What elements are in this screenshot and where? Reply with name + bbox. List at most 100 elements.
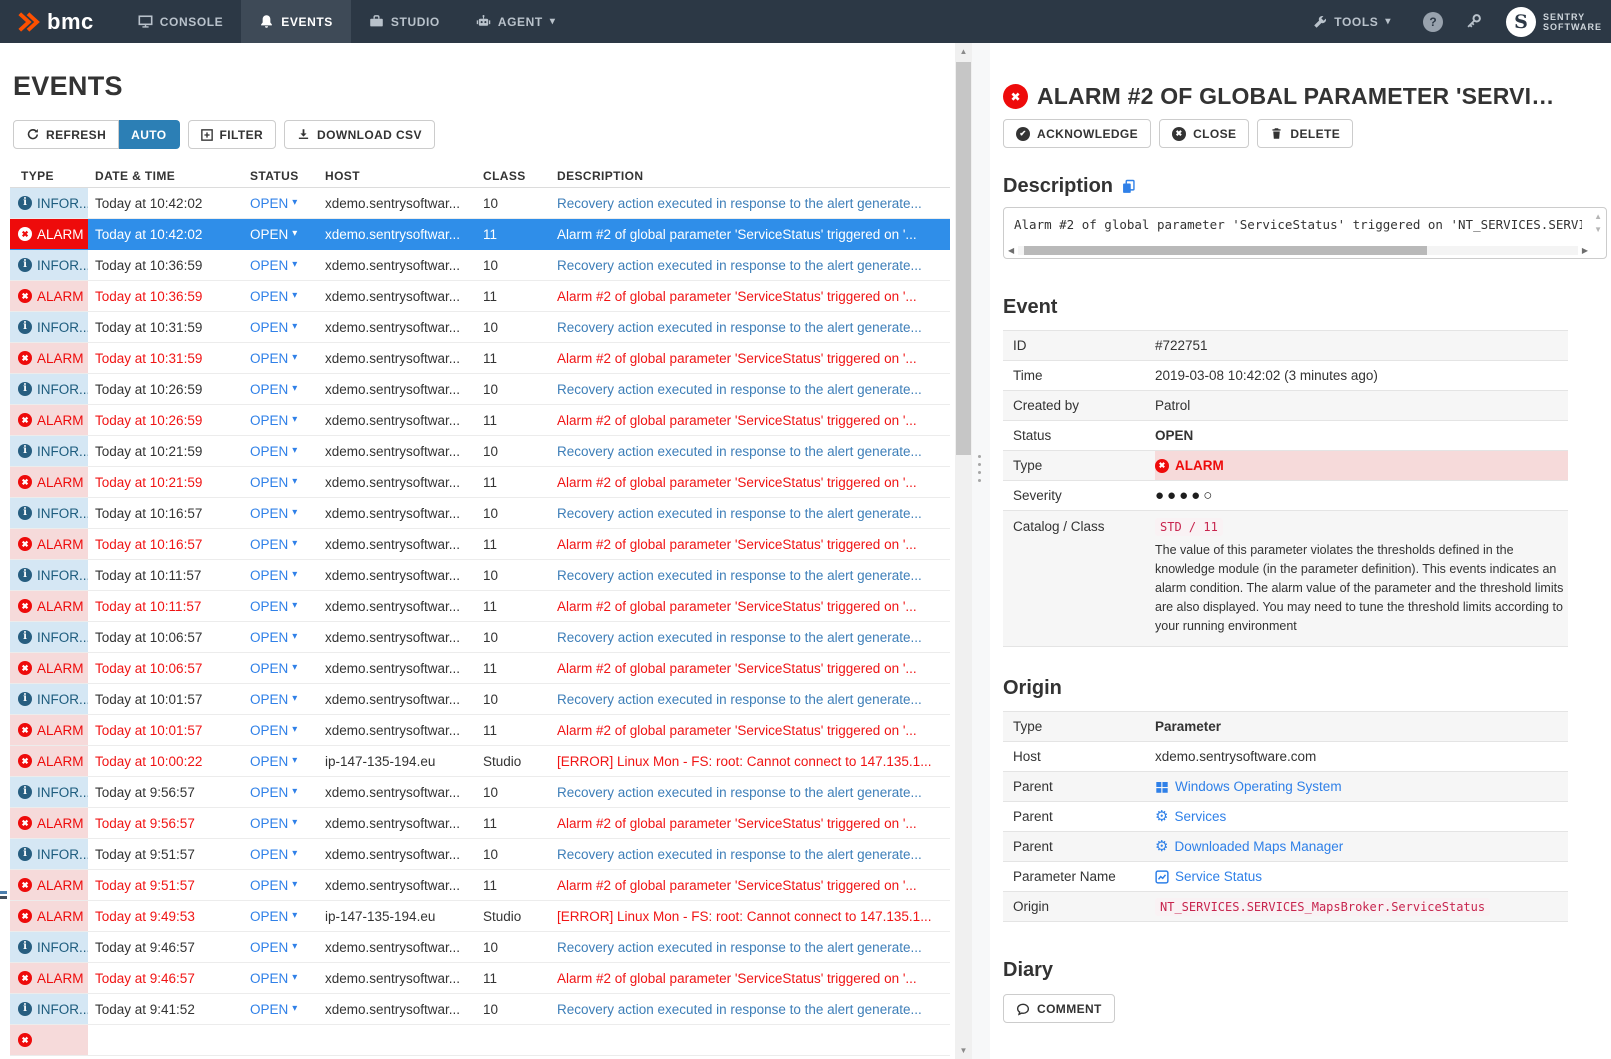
chevron-down-icon: ▾ [292,849,297,859]
table-row[interactable]: i INFOR... Today at 10:36:59 OPEN ▾ xdem… [10,250,950,281]
col-header-type[interactable]: TYPE [10,164,88,187]
refresh-button[interactable]: REFRESH [13,120,119,149]
status-dropdown[interactable]: OPEN ▾ [250,878,325,893]
nav-tab-agent[interactable]: AGENT ▾ [458,0,574,43]
col-header-status[interactable]: STATUS [250,169,325,183]
parent-link[interactable]: Windows Operating System [1155,779,1342,794]
col-header-date-time[interactable]: DATE & TIME [95,169,250,183]
table-row[interactable]: i INFOR... Today at 10:06:57 OPEN ▾ xdem… [10,622,950,653]
download-csv-button[interactable]: DOWNLOAD CSV [284,120,435,149]
table-row[interactable]: ✖ ALARM Today at 9:56:57 OPEN ▾ xdemo.se… [10,808,950,839]
col-header-description[interactable]: DESCRIPTION [557,169,950,183]
status-dropdown[interactable]: OPEN ▾ [250,723,325,738]
scroll-up-icon[interactable]: ▲ [955,47,972,56]
nav-tools-menu[interactable]: TOOLS ▾ [1295,15,1409,29]
status-dropdown[interactable]: OPEN ▾ [250,692,325,707]
table-row[interactable]: i INFOR... Today at 9:56:57 OPEN ▾ xdemo… [10,777,950,808]
status-dropdown[interactable]: OPEN ▾ [250,630,325,645]
table-row[interactable]: i INFOR... Today at 10:31:59 OPEN ▾ xdem… [10,312,950,343]
table-row[interactable]: i INFOR... Today at 10:26:59 OPEN ▾ xdem… [10,374,950,405]
comment-button[interactable]: COMMENT [1003,994,1115,1023]
table-row[interactable]: i INFOR... Today at 9:51:57 OPEN ▾ xdemo… [10,839,950,870]
chevron-down-icon: ▾ [292,911,297,921]
table-row[interactable]: i INFOR... Today at 9:46:57 OPEN ▾ xdemo… [10,932,950,963]
status-dropdown[interactable]: OPEN ▾ [250,227,325,242]
status-dropdown[interactable]: OPEN ▾ [250,506,325,521]
status-dropdown[interactable]: OPEN ▾ [250,754,325,769]
table-row[interactable]: ✖ ALARM Today at 9:46:57 OPEN ▾ xdemo.se… [10,963,950,994]
event-description: Recovery action executed in response to … [557,1002,950,1017]
parameter-link[interactable]: Service Status [1155,869,1262,884]
status-dropdown[interactable]: OPEN ▾ [250,320,325,335]
description-hscrollbar[interactable]: ◀ ▶ [1008,245,1588,255]
table-row[interactable]: ✖ ALARM Today at 10:00:22 OPEN ▾ ip-147-… [10,746,950,777]
status-dropdown[interactable]: OPEN ▾ [250,568,325,583]
status-dropdown[interactable]: OPEN ▾ [250,847,325,862]
table-row[interactable]: ✖ ALARM Today at 10:01:57 OPEN ▾ xdemo.s… [10,715,950,746]
table-row[interactable]: ✖ ALARM Today at 10:26:59 OPEN ▾ xdemo.s… [10,405,950,436]
status-dropdown[interactable]: OPEN ▾ [250,909,325,924]
table-row[interactable]: ✖ ALARM Today at 10:11:57 OPEN ▾ xdemo.s… [10,591,950,622]
copy-icon[interactable] [1121,179,1136,194]
table-row[interactable]: i INFOR... Today at 10:16:57 OPEN ▾ xdem… [10,498,950,529]
description-box[interactable]: Alarm #2 of global parameter 'ServiceSta… [1003,207,1607,259]
close-event-button[interactable]: ✖ CLOSE [1159,119,1249,148]
events-scrollbar[interactable]: ▲ ▼ [955,43,972,1059]
table-row[interactable]: ✖ ALARM Today at 9:49:53 OPEN ▾ ip-147-1… [10,901,950,932]
status-dropdown[interactable]: OPEN ▾ [250,289,325,304]
table-row[interactable]: ✖ ALARM Today at 10:16:57 OPEN ▾ xdemo.s… [10,529,950,560]
table-row[interactable]: i INFOR... Today at 10:21:59 OPEN ▾ xdem… [10,436,950,467]
table-row[interactable]: i INFOR... Today at 10:11:57 OPEN ▾ xdem… [10,560,950,591]
status-dropdown[interactable]: OPEN ▾ [250,382,325,397]
scroll-up-icon[interactable]: ▲ [1594,213,1602,221]
table-row[interactable]: ✖ [10,1025,950,1056]
help-icon[interactable]: ? [1423,12,1443,32]
filter-button[interactable]: FILTER [188,120,277,149]
event-description: Recovery action executed in response to … [557,940,950,955]
table-row[interactable]: ✖ ALARM Today at 9:51:57 OPEN ▾ xdemo.se… [10,870,950,901]
status-dropdown[interactable]: OPEN ▾ [250,444,325,459]
table-row[interactable]: i INFOR... Today at 10:01:57 OPEN ▾ xdem… [10,684,950,715]
nav-tab-console[interactable]: CONSOLE [120,0,242,43]
status-dropdown[interactable]: OPEN ▾ [250,599,325,614]
status-dropdown[interactable]: OPEN ▾ [250,475,325,490]
table-row[interactable]: ✖ ALARM Today at 10:21:59 OPEN ▾ xdemo.s… [10,467,950,498]
col-header-host[interactable]: HOST [325,169,483,183]
status-dropdown[interactable]: OPEN ▾ [250,971,325,986]
event-description: Alarm #2 of global parameter 'ServiceSta… [557,475,950,490]
scroll-down-icon[interactable]: ▼ [1594,226,1602,234]
scroll-right-icon[interactable]: ▶ [1582,246,1588,255]
table-row[interactable]: ✖ ALARM Today at 10:42:02 OPEN ▾ xdemo.s… [10,219,950,250]
table-row[interactable]: i INFOR... Today at 9:41:52 OPEN ▾ xdemo… [10,994,950,1025]
scrollbar-thumb[interactable] [1024,246,1427,255]
status-dropdown[interactable]: OPEN ▾ [250,258,325,273]
scrollbar-thumb[interactable] [956,62,971,455]
table-row[interactable]: ✖ ALARM Today at 10:36:59 OPEN ▾ xdemo.s… [10,281,950,312]
status-dropdown[interactable]: OPEN ▾ [250,785,325,800]
status-dropdown[interactable]: OPEN ▾ [250,537,325,552]
status-dropdown[interactable]: OPEN ▾ [250,413,325,428]
panel-resize-handle[interactable] [978,455,981,482]
parent-link[interactable]: ⚙ Downloaded Maps Manager [1155,839,1343,854]
nav-tab-studio[interactable]: STUDIO [351,0,458,43]
status-dropdown[interactable]: OPEN ▾ [250,816,325,831]
delete-button[interactable]: DELETE [1257,119,1353,148]
table-row[interactable]: ✖ ALARM Today at 10:31:59 OPEN ▾ xdemo.s… [10,343,950,374]
status-dropdown[interactable]: OPEN ▾ [250,940,325,955]
status-dropdown[interactable]: OPEN ▾ [250,1002,325,1017]
status-dropdown[interactable]: OPEN ▾ [250,196,325,211]
auto-refresh-toggle[interactable]: AUTO [119,120,179,149]
col-header-class[interactable]: CLASS [483,169,557,183]
table-row[interactable]: i INFOR... Today at 10:42:02 OPEN ▾ xdem… [10,188,950,219]
scroll-down-icon[interactable]: ▼ [955,1046,972,1055]
event-severity-row: Severity ●●●●○ [1003,480,1568,510]
key-icon[interactable] [1465,13,1482,30]
status-dropdown[interactable]: OPEN ▾ [250,351,325,366]
acknowledge-button[interactable]: ✔ ACKNOWLEDGE [1003,119,1151,148]
bmc-logo[interactable]: bmc [0,0,120,43]
scroll-left-icon[interactable]: ◀ [1008,246,1014,255]
parent-link[interactable]: ⚙ Services [1155,809,1226,824]
table-row[interactable]: ✖ ALARM Today at 10:06:57 OPEN ▾ xdemo.s… [10,653,950,684]
status-dropdown[interactable]: OPEN ▾ [250,661,325,676]
nav-tab-events[interactable]: EVENTS [241,0,351,43]
